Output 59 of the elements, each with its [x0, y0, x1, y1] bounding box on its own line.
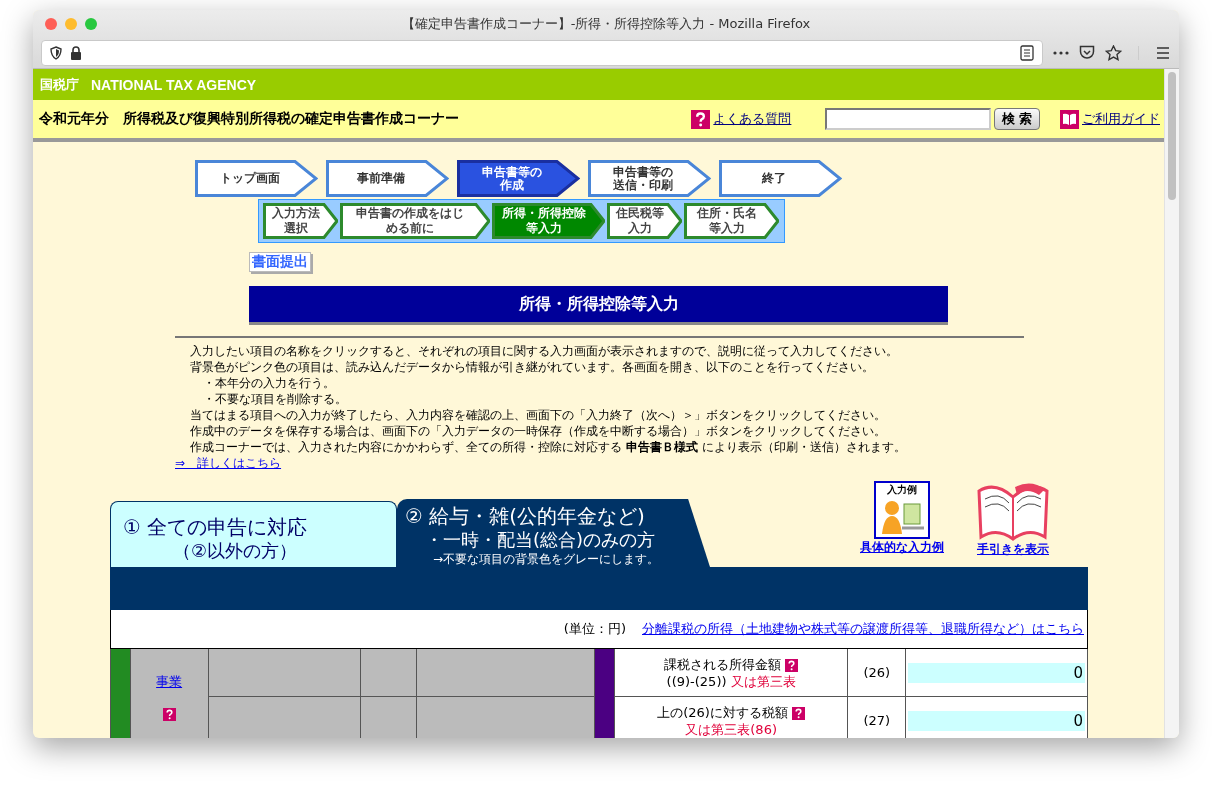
row-label: 課税される所得金額	[664, 656, 782, 672]
example-badge[interactable]: 入力例	[874, 481, 930, 539]
guide-link[interactable]: ご利用ガイド	[1082, 110, 1160, 128]
guide-link[interactable]: 手引きを表示	[977, 541, 1049, 558]
window-title: 【確定申告書作成コーナー】-所得・所得控除等入力 - Mozilla Firefox	[400, 14, 812, 33]
help-icon[interactable]	[785, 658, 799, 672]
star-icon[interactable]	[1105, 44, 1122, 61]
progress-substep[interactable]: 住民税等 入力	[607, 203, 682, 239]
agency-name: 国税庁	[40, 75, 79, 94]
more-icon[interactable]	[1053, 50, 1069, 55]
help-icon[interactable]	[691, 109, 711, 129]
pocket-icon[interactable]	[1079, 45, 1095, 60]
progress-step[interactable]: 申告書等の 作成	[457, 160, 580, 197]
form-tab[interactable]: ① 全ての申告に対応 （②以外の方）	[110, 501, 397, 567]
help-icon[interactable]	[162, 707, 176, 721]
lock-icon[interactable]	[70, 45, 82, 60]
form-tab[interactable]: ② 給与・雑(公的年金など) ・一時・配当(総合)のみの方 →不要な項目の背景色をグレーにします。	[397, 499, 710, 567]
row-number: (26)	[847, 648, 906, 697]
progress-step[interactable]: 申告書等の 送信・印刷	[588, 160, 711, 197]
progress-substep[interactable]: 入力方法 選択	[263, 203, 338, 239]
formula-text: ((9)-(25))	[666, 673, 727, 689]
instruction-text: 作成コーナーでは、入力された内容にかかわらず、全ての所得・控除に対応する 申告書Ｂ様式 により表示（印刷・送信）されます。	[189, 439, 907, 455]
shield-icon[interactable]	[50, 45, 62, 60]
progress-step[interactable]: トップ画面	[195, 160, 318, 197]
instruction-text: 作成中のデータを保存する場合は、画面下の「入力データの一時保存（作成を中断する場合）」ボタンをクリックしてください。	[189, 423, 887, 439]
example-link[interactable]: 具体的な入力例	[860, 539, 944, 556]
instruction-text: 背景色がピンク色の項目は、読み込んだデータから情報が引き継がれています。各画面を開き、以下のことを行ってください。	[189, 359, 875, 375]
instruction-text: 入力したい項目の名称をクリックすると、それぞれの項目に関する入力画面が表示されますので、説明に従って入力してください。	[189, 343, 899, 359]
guidebook-icon[interactable]	[975, 481, 1051, 541]
details-link[interactable]: ⇒ 詳しくはこちら	[175, 456, 282, 470]
page-heading: 令和元年分 所得税及び復興特別所得税の確定申告書作成コーナー	[39, 110, 460, 128]
amount-field[interactable]: 0	[908, 710, 1085, 731]
progress-substep[interactable]: 所得・所得控除 等入力	[492, 203, 605, 239]
scrollbar[interactable]	[1164, 69, 1179, 738]
progress-substep[interactable]: 申告書の作成をはじ める前に	[340, 203, 490, 239]
search-field[interactable]	[825, 108, 992, 130]
unit-label: (単位：円)	[563, 621, 626, 636]
row-label: 上の(26)に対する税額	[657, 704, 788, 720]
separate-taxation-link[interactable]: 分離課税の所得（土地建物や株式等の譲渡所得等、退職所得など）はこちら	[642, 621, 1084, 636]
book-icon[interactable]	[1060, 109, 1079, 129]
instruction-text: ・本年分の入力を行う。	[202, 375, 336, 391]
instruction-text: 当てはまる項目への入力が終了したら、入力内容を確認の上、画面下の「入力終了（次へ）＞」ボタンをクリックしてください。	[189, 407, 887, 423]
reader-view-icon[interactable]	[1020, 44, 1034, 61]
close-icon[interactable]	[45, 17, 57, 30]
help-icon[interactable]	[792, 706, 806, 720]
amount-field[interactable]: 0	[908, 662, 1085, 683]
note-text: 又は第三表	[730, 673, 796, 689]
instruction-text: ・不要な項目を削除する。	[202, 391, 348, 407]
menu-icon[interactable]	[1138, 45, 1171, 60]
paper-submission-button[interactable]: 書面提出	[249, 252, 311, 272]
section-banner: 所得・所得控除等入力	[249, 286, 948, 322]
progress-step[interactable]: 事前準備	[326, 160, 449, 197]
income-category-link[interactable]: 事業	[156, 673, 183, 689]
progress-step[interactable]: 終了	[719, 160, 842, 197]
search-button[interactable]: 検 索	[994, 108, 1040, 130]
faq-link[interactable]: よくある質問	[713, 110, 792, 128]
progress-substep[interactable]: 住所・氏名 等入力	[684, 203, 779, 239]
agency-name-english: NATIONAL TAX AGENCY	[91, 76, 257, 93]
note-text: 又は第三表(86)	[685, 721, 777, 737]
